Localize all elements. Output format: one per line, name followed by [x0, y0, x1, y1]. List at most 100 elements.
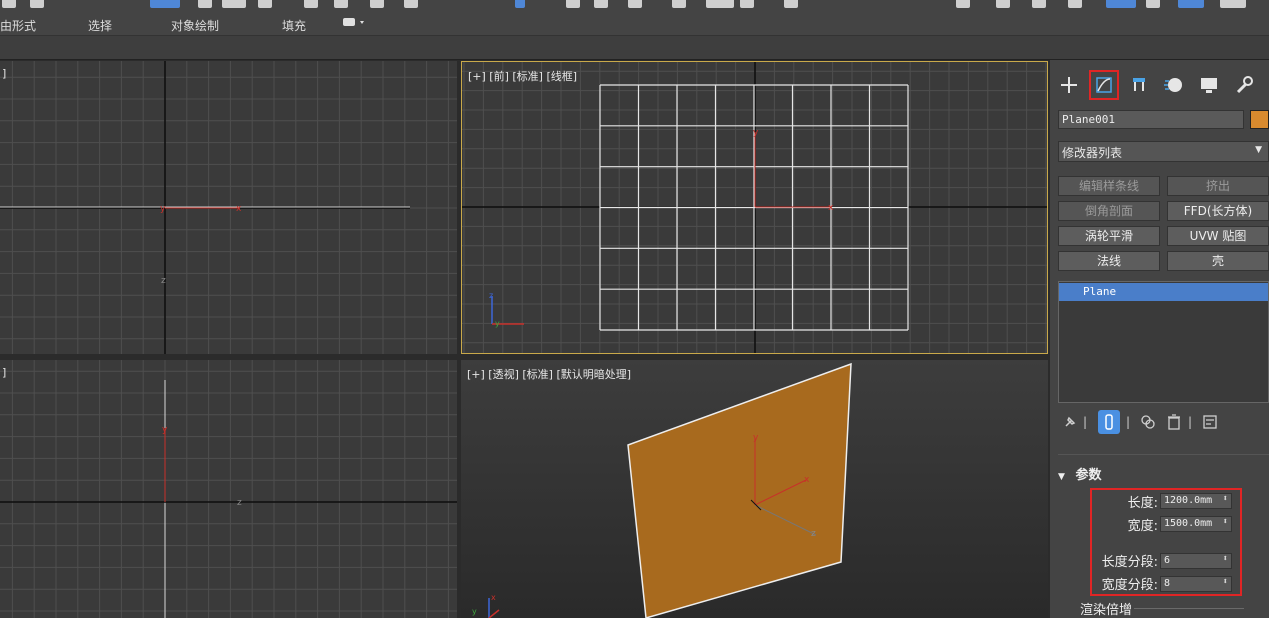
- rotate-icon[interactable]: [334, 0, 348, 8]
- collapse-triangle-icon: ▼: [1058, 472, 1065, 482]
- create-icon: [1061, 77, 1077, 93]
- modifier-edit-spline-button[interactable]: 编辑样条线: [1058, 176, 1160, 196]
- main-toolbar: [0, 0, 1269, 12]
- spinner-icon[interactable]: ⬍: [1223, 517, 1228, 527]
- remove-modifier-icon[interactable]: [1164, 410, 1184, 434]
- toolbar-icon[interactable]: [1220, 0, 1246, 8]
- toolbar-icon[interactable]: [1106, 0, 1136, 8]
- select-object-icon[interactable]: [150, 0, 180, 8]
- separator: |: [1187, 415, 1193, 429]
- modifier-bevel-profile-button[interactable]: 倒角剖面: [1058, 201, 1160, 221]
- ribbon-options-icon[interactable]: [342, 16, 368, 31]
- make-unique-icon[interactable]: [1138, 410, 1158, 434]
- percent-snap-icon[interactable]: [706, 0, 734, 8]
- viewport-front[interactable]: y x z y [+] [前] [标准] [线框]: [461, 61, 1048, 354]
- width-segs-field[interactable]: 8 ⬍: [1160, 576, 1232, 592]
- parameters-title: 参数: [1075, 468, 1102, 483]
- modifier-list-label: 修改器列表: [1062, 146, 1123, 160]
- ribbon: 由形式 选择 对象绘制 填充: [0, 12, 1269, 36]
- ribbon-tab-select[interactable]: 选择: [88, 17, 112, 34]
- separator: |: [1125, 415, 1131, 429]
- toolbar-icon[interactable]: [1146, 0, 1160, 8]
- viewport-label[interactable]: ]: [2, 67, 6, 80]
- axis-z-label: z: [161, 276, 166, 286]
- tab-hierarchy[interactable]: [1126, 72, 1152, 98]
- motion-icon: [1164, 78, 1182, 92]
- viewport-label-perspective[interactable]: [+] [透视] [标准] [默认明暗处理]: [467, 366, 631, 382]
- divider: [1058, 454, 1269, 455]
- toolbar-icon[interactable]: [2, 0, 16, 8]
- pin-stack-icon[interactable]: [1062, 410, 1078, 434]
- show-end-result-icon[interactable]: [1098, 410, 1120, 434]
- modifier-ffd-box-button[interactable]: FFD(长方体): [1167, 201, 1269, 221]
- configure-sets-icon[interactable]: [1200, 410, 1220, 434]
- object-color-swatch[interactable]: [1250, 110, 1269, 129]
- viewport-top-canvas: x y z: [0, 61, 457, 354]
- length-label: 长度:: [1127, 496, 1158, 511]
- mini-axis-x-label: x: [491, 593, 496, 602]
- toolbar-icon[interactable]: [628, 0, 642, 8]
- stack-item-plane[interactable]: Plane: [1059, 283, 1268, 301]
- move-icon[interactable]: [304, 0, 318, 8]
- viewport-perspective[interactable]: y x z y x [+] [透视] [标准] [默认明暗处理]: [461, 360, 1048, 618]
- toolbar-icon[interactable]: [1068, 0, 1082, 8]
- width-value: 1500.0mm: [1164, 518, 1213, 529]
- group-divider: [1134, 608, 1244, 609]
- spinner-icon[interactable]: ⬍: [1223, 554, 1228, 564]
- toolbar-icon[interactable]: [1178, 0, 1204, 8]
- length-field[interactable]: 1200.0mm ⬍: [1160, 493, 1232, 509]
- toolbar-icon[interactable]: [956, 0, 970, 8]
- modify-icon: [1096, 77, 1112, 93]
- toolbar-icon[interactable]: [30, 0, 44, 8]
- toolbar-icon[interactable]: [1032, 0, 1046, 8]
- axis-x-label: x: [828, 203, 834, 213]
- viewport-top[interactable]: x y z ]: [0, 61, 457, 354]
- spinner-icon[interactable]: ⬍: [1223, 577, 1228, 587]
- render-multiplier-label: 渲染倍增: [1080, 603, 1133, 618]
- ribbon-tab-object-paint[interactable]: 对象绘制: [171, 17, 219, 34]
- axis-y-label: y: [162, 425, 168, 435]
- toolbar-icon[interactable]: [672, 0, 686, 8]
- modifier-extrude-button[interactable]: 挤出: [1167, 176, 1269, 196]
- modifier-normal-button[interactable]: 法线: [1058, 251, 1160, 271]
- toolbar-icon[interactable]: [404, 0, 418, 8]
- ribbon-tab-modeling[interactable]: 由形式: [0, 17, 36, 34]
- length-segs-field[interactable]: 6 ⬍: [1160, 553, 1232, 569]
- ribbon-panel: [0, 36, 1269, 60]
- modifier-stack[interactable]: Plane: [1058, 281, 1269, 403]
- viewport-label[interactable]: ]: [2, 366, 6, 379]
- spinner-icon[interactable]: ⬍: [1223, 494, 1228, 504]
- ribbon-tab-populate[interactable]: 填充: [282, 17, 306, 34]
- snap-icon[interactable]: [515, 0, 525, 8]
- object-name-field[interactable]: Plane001: [1058, 110, 1244, 129]
- toolbar-icon[interactable]: [594, 0, 608, 8]
- toolbar-icon[interactable]: [784, 0, 798, 8]
- axis-x-label: x: [236, 204, 242, 214]
- tab-utilities[interactable]: [1231, 72, 1257, 98]
- axis-y-label: y: [160, 204, 166, 214]
- utilities-icon: [1236, 76, 1253, 94]
- tab-modify[interactable]: [1089, 70, 1119, 100]
- width-field[interactable]: 1500.0mm ⬍: [1160, 516, 1232, 532]
- command-panel: Plane001 修改器列表 ▼ 编辑样条线 挤出 倒角剖面 FFD(长方体) …: [1050, 60, 1269, 618]
- axis-z-label: z: [811, 529, 816, 539]
- toolbar-icon[interactable]: [740, 0, 754, 8]
- modifier-turbosmooth-button[interactable]: 涡轮平滑: [1058, 226, 1160, 246]
- viewport-label-front[interactable]: [+] [前] [标准] [线框]: [468, 68, 577, 84]
- tab-motion[interactable]: [1161, 72, 1187, 98]
- modifier-list-dropdown[interactable]: 修改器列表 ▼: [1058, 141, 1269, 162]
- select-region-icon[interactable]: [222, 0, 246, 8]
- viewport-left[interactable]: y z ]: [0, 360, 457, 618]
- toolbar-icon[interactable]: [198, 0, 212, 8]
- toolbar-icon[interactable]: [258, 0, 272, 8]
- scale-icon[interactable]: [370, 0, 384, 8]
- toolbar-icon[interactable]: [566, 0, 580, 8]
- tab-display[interactable]: [1196, 72, 1222, 98]
- toolbar-icon[interactable]: [996, 0, 1010, 8]
- tab-create[interactable]: [1056, 72, 1082, 98]
- modifier-shell-button[interactable]: 壳: [1167, 251, 1269, 271]
- separator: |: [1082, 415, 1088, 429]
- modifier-uvw-map-button[interactable]: UVW 贴图: [1167, 226, 1269, 246]
- parameters-rollout-header[interactable]: ▼ 参数: [1058, 464, 1269, 484]
- width-segs-value: 8: [1164, 578, 1171, 589]
